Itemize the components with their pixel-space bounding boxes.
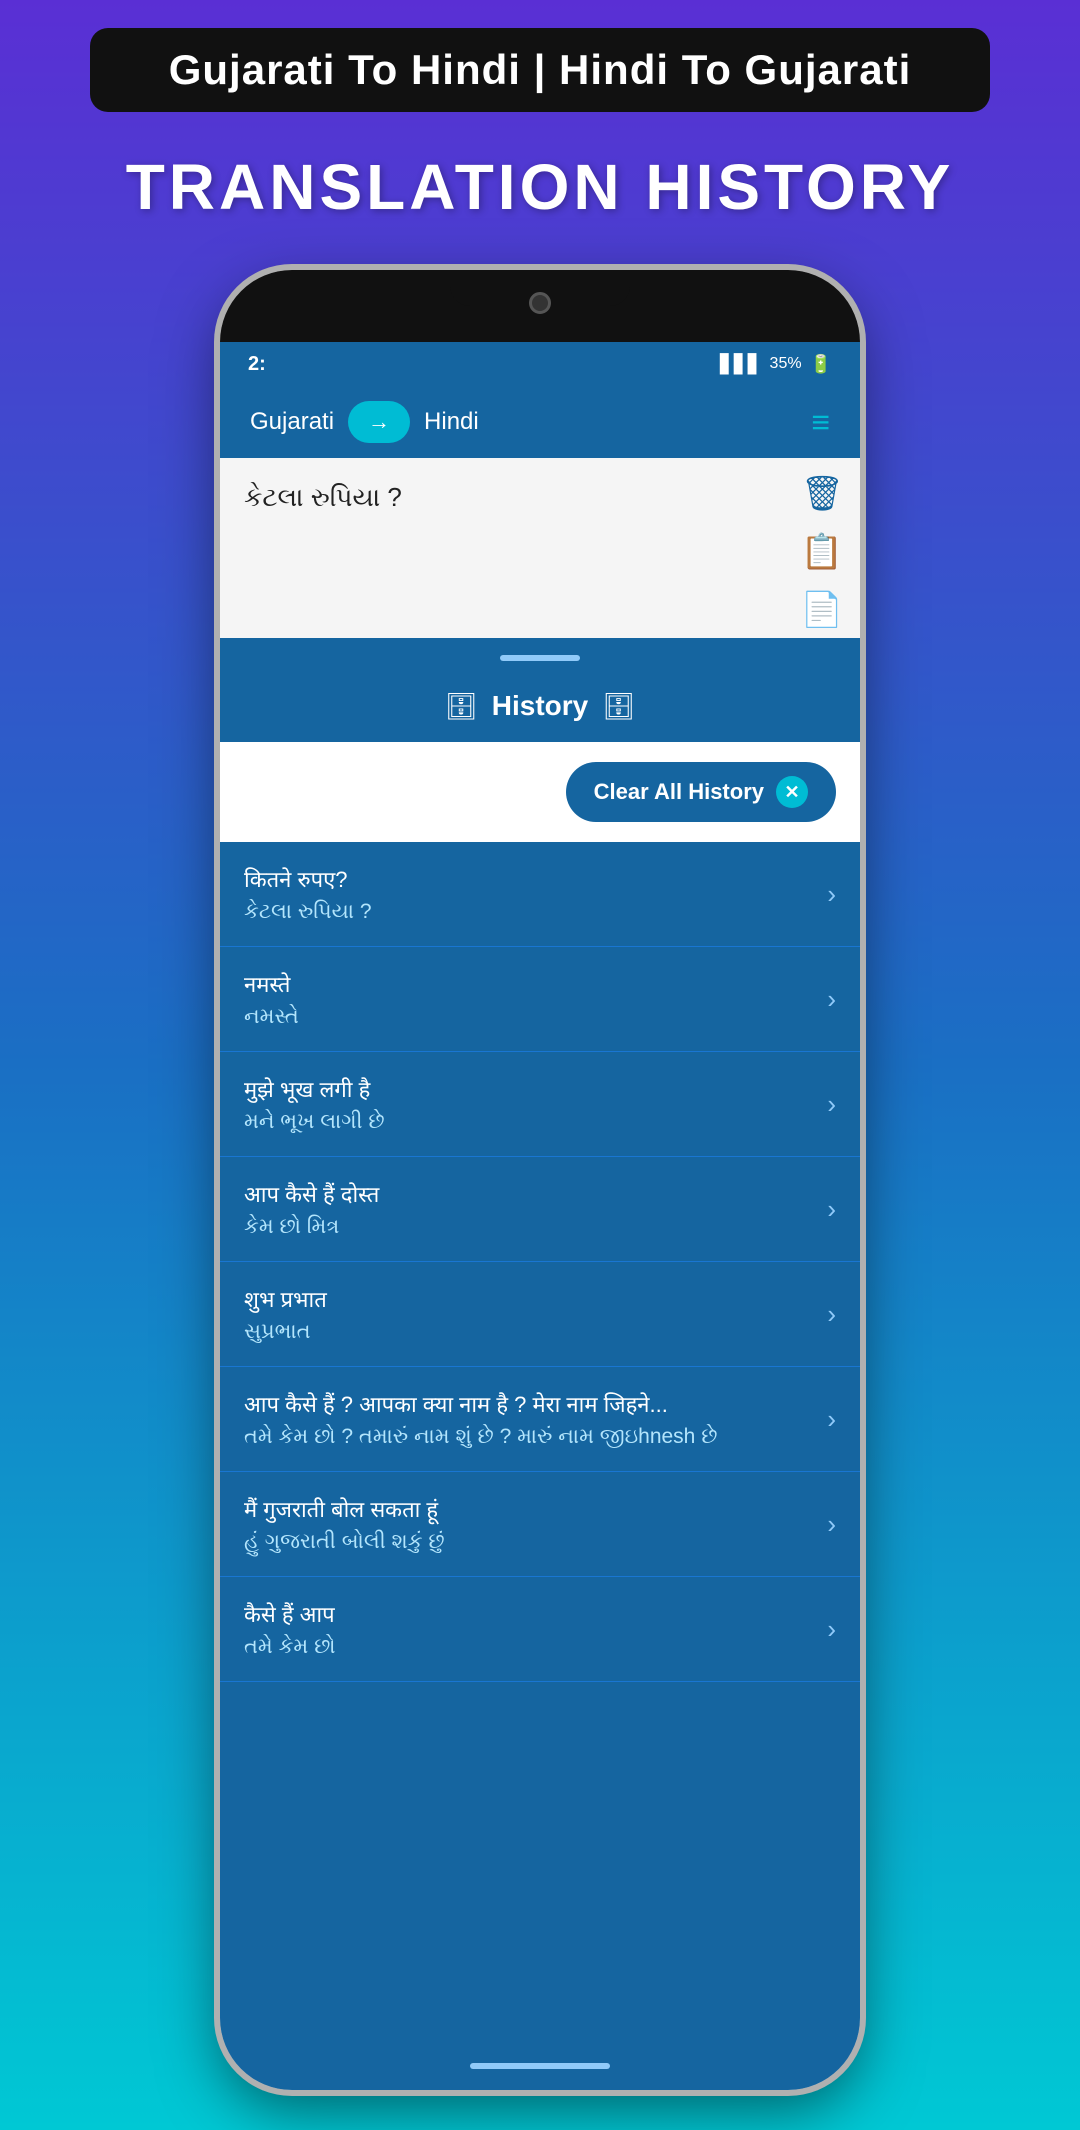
app-header: Gujarati → Hindi ≡ — [220, 386, 860, 458]
input-actions: 🗑 📋 📄 — [801, 474, 844, 630]
language-selector[interactable]: Gujarati → Hindi — [250, 401, 479, 443]
history-item-text: कितने रुपए? કેટલા રુપિયા ? — [244, 864, 815, 924]
database-right-icon: 🗄 — [602, 691, 635, 722]
home-bar[interactable] — [470, 2063, 610, 2069]
chevron-right-icon: › — [827, 1194, 836, 1225]
history-item[interactable]: कितने रुपए? કેટલા રુપિયા ? › — [220, 842, 860, 947]
handle-bar — [500, 655, 580, 661]
history-item[interactable]: मुझे भूख लगी है મને ભૂખ લાગી છે › — [220, 1052, 860, 1157]
clear-history-bar: Clear All History ✕ — [220, 742, 860, 842]
history-line2: કેમ છો મિત્ર — [244, 1215, 815, 1239]
history-line1: मुझे भूख लगी है — [244, 1074, 815, 1104]
history-title: History — [492, 690, 588, 722]
history-item[interactable]: कैसे हैं आप તમે કેમ છો › — [220, 1577, 860, 1682]
input-area: કેટલા રુપિયા ? 🗑 📋 📄 — [220, 458, 860, 638]
history-item[interactable]: नमस्ते નમસ્તે › — [220, 947, 860, 1052]
history-line1: आप कैसे हैं ? आपका क्या नाम है ? मेरा ना… — [244, 1389, 815, 1419]
share-icon[interactable]: 📄 — [801, 590, 844, 630]
history-item-text: आप कैसे हैं ? आपका क्या नाम है ? मेरा ना… — [244, 1389, 815, 1449]
copy-icon[interactable]: 📋 — [801, 532, 844, 572]
history-line1: कैसे हैं आप — [244, 1599, 815, 1629]
signal-icon: ▋▋▋ — [720, 354, 762, 375]
history-item-text: नमस्ते નમસ્તે — [244, 969, 815, 1029]
delete-icon[interactable]: 🗑 — [801, 474, 844, 514]
status-bar: 2: ▋▋▋ 35% 🔋 — [220, 342, 860, 386]
arrow-icon: → — [368, 409, 390, 435]
phone-top-bar — [220, 270, 860, 342]
history-line1: नमस्ते — [244, 969, 815, 999]
notch — [450, 270, 630, 306]
history-item-text: आप कैसे हैं दोस्त કેમ છો મિત્ર — [244, 1179, 815, 1239]
history-line2: હું ગુજરાતી બોલી શકું છું — [244, 1530, 815, 1554]
clear-btn-label: Clear All History — [594, 779, 764, 805]
battery-icon: 🔋 — [810, 354, 832, 375]
history-line2: કેટલા રુપિયા ? — [244, 900, 815, 924]
history-item-text: मुझे भूख लगी है મને ભૂખ લાગી છે — [244, 1074, 815, 1134]
lang-to-label: Hindi — [424, 408, 479, 436]
battery-text: 35% — [770, 355, 802, 373]
lang-from-label: Gujarati — [250, 408, 334, 436]
history-line1: मैं गुजराती बोल सकता हूं — [244, 1494, 815, 1524]
history-item[interactable]: शुभ प्रभात સુપ્રભાત › — [220, 1262, 860, 1367]
menu-icon[interactable]: ≡ — [811, 404, 830, 441]
chevron-right-icon: › — [827, 1089, 836, 1120]
history-line1: कितने रुपए? — [244, 864, 815, 894]
history-list: कितने रुपए? કેટલા રુપિયા ? › नमस्ते નમસ્… — [220, 842, 860, 2042]
status-icons: ▋▋▋ 35% 🔋 — [720, 354, 832, 375]
history-line1: आप कैसे हैं दोस्त — [244, 1179, 815, 1209]
history-line2: સુપ્રભાત — [244, 1320, 815, 1344]
phone-bottom — [220, 2042, 860, 2090]
history-item[interactable]: मैं गुजराती बोल सकता हूं હું ગુજરાતી બોલ… — [220, 1472, 860, 1577]
history-line1: शुभ प्रभात — [244, 1284, 815, 1314]
chevron-right-icon: › — [827, 1404, 836, 1435]
database-left-icon: 🗄 — [445, 691, 478, 722]
chevron-right-icon: › — [827, 1614, 836, 1645]
history-line2: નમસ્તે — [244, 1005, 815, 1029]
chevron-right-icon: › — [827, 984, 836, 1015]
chevron-right-icon: › — [827, 879, 836, 910]
chevron-right-icon: › — [827, 1509, 836, 1540]
history-line2: તમે કેમ છો — [244, 1635, 815, 1659]
camera — [529, 292, 551, 314]
history-item-text: कैसे हैं आप તમે કેમ છો — [244, 1599, 815, 1659]
history-item[interactable]: आप कैसे हैं ? आपका क्या नाम है ? मेरा ना… — [220, 1367, 860, 1472]
status-time: 2: — [248, 353, 266, 376]
swap-language-button[interactable]: → — [348, 401, 410, 443]
top-banner: Gujarati To Hindi | Hindi To Gujarati — [90, 28, 990, 112]
phone-frame: 2: ▋▋▋ 35% 🔋 Gujarati → Hindi ≡ કેટલા રુ… — [220, 270, 860, 2090]
clear-all-history-button[interactable]: Clear All History ✕ — [566, 762, 836, 822]
history-line2: તમે કેમ છો ? તમારું નામ શું છે ? મારું ન… — [244, 1425, 815, 1449]
chevron-right-icon: › — [827, 1299, 836, 1330]
main-title: TRANSLATION HISTORY — [126, 150, 955, 224]
history-line2: મને ભૂખ લાગી છે — [244, 1110, 815, 1134]
history-item-text: मैं गुजराती बोल सकता हूं હું ગુજરાતી બોલ… — [244, 1494, 815, 1554]
history-item[interactable]: आप कैसे हैं दोस्त કેમ છો મિત્ર › — [220, 1157, 860, 1262]
history-header: 🗄 History 🗄 — [220, 674, 860, 742]
history-handle[interactable] — [220, 638, 860, 674]
input-text[interactable]: કેટલા રુપિયા ? — [244, 482, 840, 618]
clear-btn-close-icon: ✕ — [776, 776, 808, 808]
history-item-text: शुभ प्रभात સુપ્રભાત — [244, 1284, 815, 1344]
banner-text: Gujarati To Hindi | Hindi To Gujarati — [169, 46, 912, 93]
